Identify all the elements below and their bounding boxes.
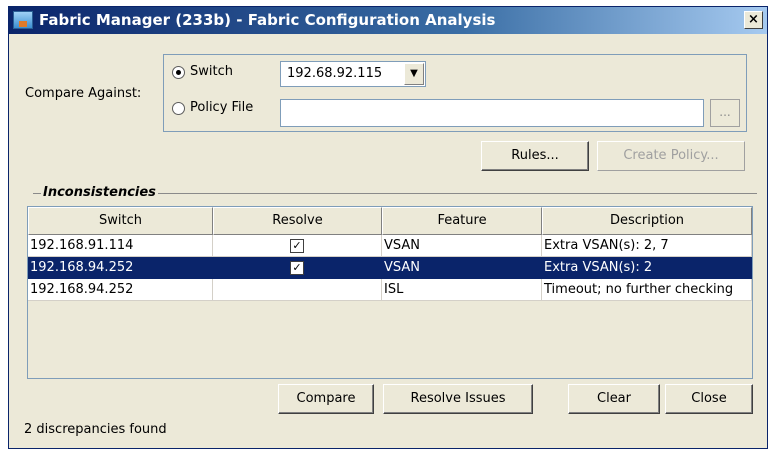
status-text: 2 discrepancies found	[24, 422, 167, 437]
column-header-feature[interactable]: Feature	[382, 207, 542, 235]
window-close-button[interactable]: ×	[744, 11, 763, 29]
table-row[interactable]: 192.168.94.252 ✓ VSAN Extra VSAN(s): 2	[28, 257, 752, 279]
table-header: Switch Resolve Feature Description	[28, 207, 752, 235]
switch-radio[interactable]	[172, 66, 185, 79]
compare-button[interactable]: Compare	[278, 384, 374, 414]
close-button[interactable]: Close	[665, 384, 753, 414]
resolve-cell: ✓	[213, 257, 382, 279]
resolve-checkbox[interactable]: ✓	[290, 239, 304, 253]
create-policy-button[interactable]: Create Policy...	[597, 141, 745, 171]
browse-button[interactable]: ...	[710, 99, 740, 127]
column-header-description[interactable]: Description	[542, 207, 752, 235]
policy-file-radio[interactable]	[172, 102, 185, 115]
window-title: Fabric Manager (233b) - Fabric Configura…	[39, 11, 496, 29]
chevron-down-icon[interactable]: ▼	[404, 63, 424, 85]
rules-button[interactable]: Rules...	[481, 141, 589, 171]
table-row[interactable]: 192.168.91.114 ✓ VSAN Extra VSAN(s): 2, …	[28, 235, 752, 257]
description-cell: Timeout; no further checking	[542, 279, 752, 301]
inconsistencies-heading: Inconsistencies	[41, 185, 158, 200]
title-bar[interactable]: Fabric Manager (233b) - Fabric Configura…	[9, 7, 767, 34]
switch-cell: 192.168.94.252	[28, 257, 213, 279]
compare-against-group: Switch Policy File 192.68.92.115 ▼ ...	[163, 54, 747, 132]
resolve-checkbox[interactable]: ✓	[290, 261, 304, 275]
compare-against-label: Compare Against:	[25, 86, 142, 101]
switch-select-value: 192.68.92.115	[287, 66, 383, 81]
description-cell: Extra VSAN(s): 2, 7	[542, 235, 752, 257]
fabric-config-analysis-dialog: Fabric Manager (233b) - Fabric Configura…	[8, 6, 768, 449]
switch-radio-label[interactable]: Switch	[190, 64, 233, 79]
feature-cell: ISL	[382, 279, 542, 301]
switch-cell: 192.168.94.252	[28, 279, 213, 301]
resolve-issues-button[interactable]: Resolve Issues	[383, 384, 533, 414]
checkmark-icon: ✓	[292, 239, 302, 252]
column-header-resolve[interactable]: Resolve	[213, 207, 382, 235]
table-row[interactable]: 192.168.94.252 ISL Timeout; no further c…	[28, 279, 752, 301]
inconsistencies-table[interactable]: Switch Resolve Feature Description 192.1…	[27, 206, 753, 379]
column-header-switch[interactable]: Switch	[28, 207, 213, 235]
feature-cell: VSAN	[382, 257, 542, 279]
checkmark-icon: ✓	[292, 261, 302, 274]
switch-select[interactable]: 192.68.92.115 ▼	[280, 61, 426, 87]
resolve-cell: ✓	[213, 235, 382, 257]
policy-file-input[interactable]	[280, 99, 704, 127]
description-cell: Extra VSAN(s): 2	[542, 257, 752, 279]
policy-file-radio-label[interactable]: Policy File	[190, 100, 253, 115]
resolve-cell	[213, 279, 382, 301]
close-icon: ×	[748, 12, 759, 27]
fabric-manager-icon	[13, 11, 33, 29]
feature-cell: VSAN	[382, 235, 542, 257]
clear-button[interactable]: Clear	[568, 384, 660, 414]
switch-cell: 192.168.91.114	[28, 235, 213, 257]
